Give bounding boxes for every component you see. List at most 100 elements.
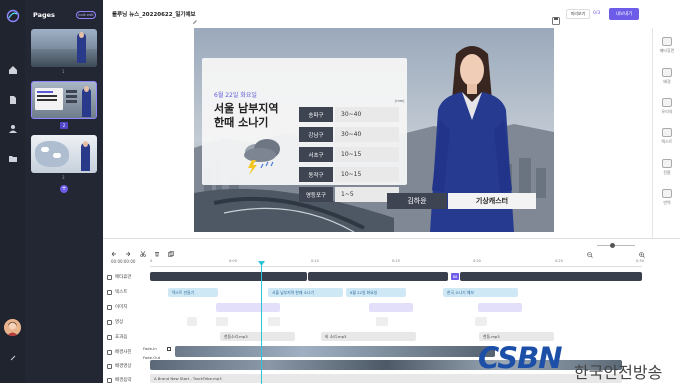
tool-transition[interactable]: 전환 [653,159,680,176]
tool-background[interactable]: 배경 [653,68,680,85]
pages-title: Pages [33,11,55,19]
text-icon [662,128,672,137]
table-row[interactable]: 송파구 30~40 [299,107,399,122]
playhead[interactable] [261,263,262,384]
sound-icon [107,334,112,340]
slide-canvas[interactable]: 6월 22일 화요일 서울 남부지역 한때 소나기 (mm) 송파구 30~40… [194,28,554,232]
preview-button[interactable]: 미리보기 [566,9,590,19]
photo-icon [107,349,112,355]
ruler-tick: 0:25 [555,259,563,263]
video-clip[interactable] [376,317,388,326]
ruler-tick: 0:30 [636,259,644,263]
translate-icon [662,189,672,198]
clip-flag[interactable]: B8 [451,273,459,280]
video-clip[interactable] [475,317,487,326]
media-icon [662,98,672,107]
film-icon [107,363,112,369]
slide-headline-2[interactable]: 한때 소나기 [214,116,268,129]
image-clip[interactable] [216,303,280,312]
unit-label: (mm) [395,99,405,103]
broadcaster-watermark: CSBN 한국안전방송 [478,341,680,383]
home-icon[interactable] [5,62,20,77]
video-clip[interactable] [268,317,280,326]
project-title[interactable]: 롤루닝 뉴스_20220622_일기예보 [112,10,196,18]
right-tool-panel: 메타휴먼 배경 유리의 텍스트 전환 번역 [652,28,680,238]
ruler-tick: 0:20 [473,259,481,263]
track-label-metahuman: 메타휴먼 [107,274,132,280]
bulk-edit-toggle[interactable]: bulk edit [76,11,96,19]
expand-icon[interactable] [5,350,20,365]
zoom-out-icon[interactable] [587,243,593,258]
metahuman-clip[interactable] [460,272,642,281]
video-clip[interactable] [187,317,197,326]
page-thumbnail-2[interactable] [31,81,97,119]
metahuman-clip[interactable] [150,272,307,281]
ruler-tick: 0:05 [229,259,237,263]
page-thumbnail-1[interactable] [31,29,97,67]
image-clip[interactable] [369,303,413,312]
delete-icon[interactable] [154,242,160,257]
track-label-bg-video: 배경영상 [107,363,132,369]
ruler-tick: 0:15 [392,259,400,263]
thunderstorm-icon[interactable] [238,136,288,176]
video-icon [107,319,112,325]
text-clip[interactable]: 6월 22일 화요일 [346,288,406,297]
table-row[interactable]: 동작구 10~15 [299,167,399,182]
page-number-3: 3 [62,175,65,180]
text-clip[interactable]: 한국 소나기 예보 [443,288,518,297]
track-label-bg-photo: 배경사진 [107,349,132,355]
bg-photo-clip[interactable] [175,346,495,357]
tool-text[interactable]: 텍스트 [653,128,680,145]
slide-date[interactable]: 6월 22일 화요일 [214,90,257,99]
undo-icon[interactable] [111,242,117,257]
cut-icon[interactable] [140,242,146,257]
image-clip[interactable] [478,303,522,312]
redo-icon[interactable] [125,242,131,257]
export-button[interactable]: 내보내기 [609,8,639,20]
copy-icon[interactable] [168,242,174,257]
table-row[interactable]: 서초구 10~15 [299,147,399,162]
sfx-clip[interactable]: 비 소리.mp3 [321,332,416,341]
csbn-logo: CSBN [478,341,563,375]
tool-media[interactable]: 유리의 [653,98,680,115]
metahuman-clip[interactable] [308,272,448,281]
left-rail [0,0,25,383]
text-clip[interactable]: 서울 남부지역 한때 소나기 [268,288,343,297]
edit-pencil-icon[interactable] [192,10,198,24]
ruler-tick: 0 [150,259,153,263]
background-icon [662,68,672,77]
add-page-button[interactable]: + [60,185,68,193]
table-row[interactable]: 영등포구 1~5 [299,187,399,202]
slide-headline-1[interactable]: 서울 남부지역 [214,102,279,115]
track-label-text: 텍스트 [107,289,127,295]
save-icon[interactable] [552,10,560,25]
tool-translate[interactable]: 번역 [653,189,680,206]
anchor-name[interactable]: 김하윤 [387,193,447,209]
track-label-bg-music: 배경음악 [107,377,132,383]
weather-info-card[interactable]: 6월 22일 화요일 서울 남부지역 한때 소나기 (mm) 송파구 30~40… [202,58,407,202]
zoom-slider-handle[interactable] [610,243,615,248]
text-clip[interactable]: 텍스트 만들기 [168,288,218,297]
tool-metahuman[interactable]: 메타휴먼 [653,37,680,54]
page-number-1: 1 [62,69,65,74]
fade-in-label[interactable]: Fade-In [143,346,157,351]
timecode: 00:00:00:00 [111,259,136,264]
fade-in-checkbox[interactable] [167,347,171,351]
page-thumbnail-3[interactable] [31,135,97,173]
video-clip[interactable] [216,317,228,326]
image-icon [107,304,112,310]
zoom-slider[interactable] [597,245,635,246]
avatar[interactable] [4,319,21,336]
top-header: 롤루닝 뉴스_20220622_일기예보 미리보기 0/3 내보내기 [103,0,680,28]
table-row[interactable]: 강남구 30~40 [299,127,399,142]
folder-icon[interactable] [5,151,20,166]
text-icon [107,289,112,295]
transition-icon [662,159,672,168]
zoom-in-icon[interactable] [639,243,645,258]
person-icon[interactable] [5,121,20,136]
anchor-title[interactable]: 기상캐스터 [448,193,536,209]
app-logo-icon[interactable] [5,8,20,23]
document-icon[interactable] [5,92,20,107]
sfx-clip[interactable]: 천둥.mp3 [479,332,554,341]
sfx-clip[interactable]: 천둥소리.mp3 [220,332,295,341]
